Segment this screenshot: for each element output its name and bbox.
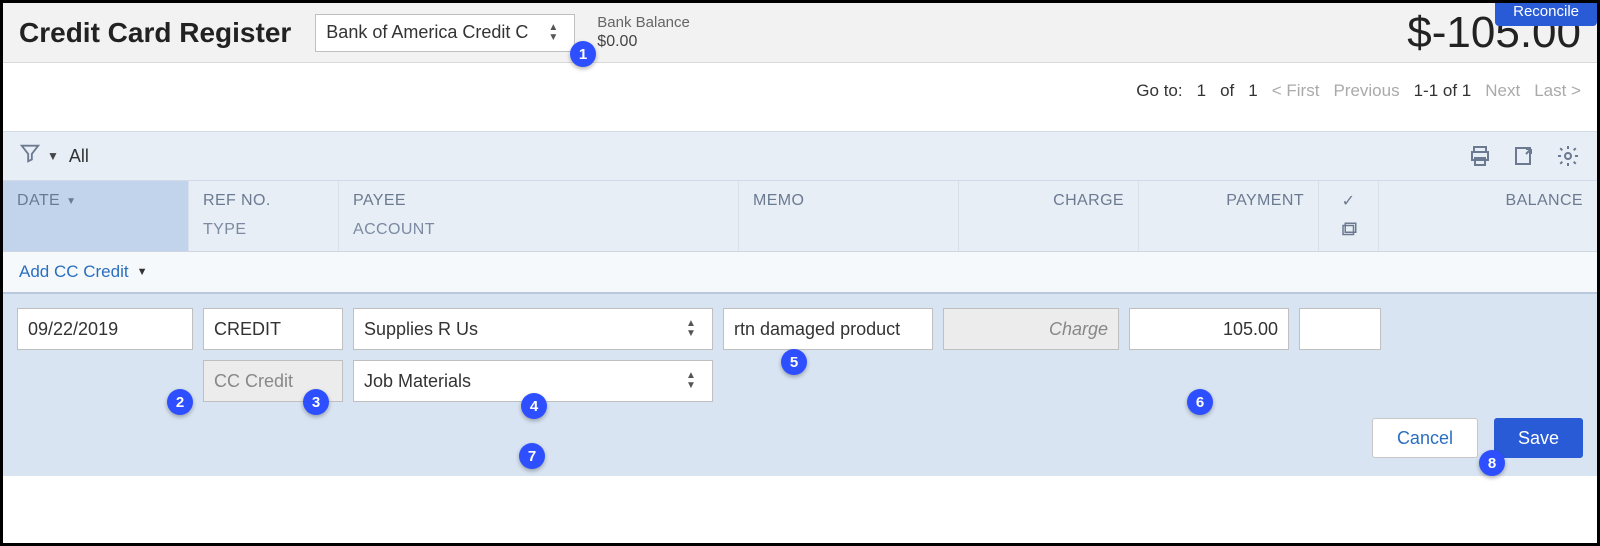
- page-range: 1-1 of 1: [1414, 81, 1472, 101]
- pagination-bar: Go to: 1 of 1 < First Previous 1-1 of 1 …: [3, 63, 1597, 131]
- filter-caret-icon[interactable]: ▼: [47, 149, 59, 163]
- memo-field[interactable]: rtn damaged product: [723, 308, 933, 350]
- col-ref[interactable]: REF NO. TYPE: [189, 181, 339, 251]
- col-payment[interactable]: PAYMENT: [1139, 181, 1319, 251]
- ref-field[interactable]: CREDIT: [203, 308, 343, 350]
- payee-select[interactable]: Supplies R Us: [353, 308, 713, 350]
- col-cleared[interactable]: ✓: [1319, 181, 1379, 251]
- total-pages: 1: [1248, 81, 1257, 101]
- col-balance[interactable]: BALANCE: [1379, 181, 1597, 251]
- cancel-button[interactable]: Cancel: [1372, 418, 1478, 458]
- col-charge[interactable]: CHARGE: [959, 181, 1139, 251]
- page-title: Credit Card Register: [19, 17, 291, 49]
- col-date[interactable]: DATE▼: [3, 181, 189, 251]
- attachment-icon: [1340, 226, 1358, 243]
- date-field[interactable]: 09/22/2019: [17, 308, 193, 350]
- chevron-down-icon: ▼: [137, 266, 148, 278]
- payee-value: Supplies R Us: [364, 319, 478, 340]
- reconcile-button[interactable]: Reconcile: [1495, 0, 1597, 26]
- sort-caret-icon: ▼: [66, 196, 76, 207]
- last-link[interactable]: Last >: [1534, 81, 1581, 101]
- callout-1: 1: [570, 41, 596, 67]
- account-select-spinner[interactable]: [542, 15, 564, 51]
- export-icon[interactable]: [1511, 143, 1537, 169]
- goto-label: Go to:: [1136, 81, 1182, 101]
- save-button[interactable]: Save: [1494, 418, 1583, 458]
- col-memo[interactable]: MEMO: [739, 181, 959, 251]
- callout-5: 5: [781, 349, 807, 375]
- first-link[interactable]: < First: [1272, 81, 1320, 101]
- account-spinner-icon[interactable]: [680, 363, 702, 399]
- add-transaction-row[interactable]: Add CC Credit ▼: [3, 252, 1597, 294]
- goto-page[interactable]: 1: [1197, 81, 1206, 101]
- previous-link[interactable]: Previous: [1333, 81, 1399, 101]
- account-value: Job Materials: [364, 371, 471, 392]
- callout-6: 6: [1187, 389, 1213, 415]
- gear-icon[interactable]: [1555, 143, 1581, 169]
- filter-icon[interactable]: [19, 142, 41, 170]
- bank-balance-label: Bank Balance: [597, 14, 690, 32]
- payee-spinner-icon[interactable]: [680, 311, 702, 347]
- charge-field: Charge: [943, 308, 1119, 350]
- check-icon: ✓: [1342, 191, 1356, 211]
- account-select-value: Bank of America Credit C: [326, 22, 528, 43]
- print-icon[interactable]: [1467, 143, 1493, 169]
- entry-editor: 09/22/2019 CREDIT Supplies R Us rtn dama…: [3, 294, 1597, 476]
- col-payee[interactable]: PAYEE ACCOUNT: [339, 181, 739, 251]
- callout-7: 7: [519, 443, 545, 469]
- account-select[interactable]: Bank of America Credit C: [315, 14, 575, 52]
- filter-label: All: [69, 146, 89, 167]
- next-link[interactable]: Next: [1485, 81, 1520, 101]
- add-transaction-label: Add CC Credit: [19, 262, 129, 282]
- table-header: DATE▼ REF NO. TYPE PAYEE ACCOUNT MEMO CH…: [3, 181, 1597, 252]
- cleared-field[interactable]: [1299, 308, 1381, 350]
- callout-3: 3: [303, 389, 329, 415]
- callout-4: 4: [521, 393, 547, 419]
- of-label: of: [1220, 81, 1234, 101]
- callout-2: 2: [167, 389, 193, 415]
- callout-8: 8: [1479, 450, 1505, 476]
- bank-balance-value: $0.00: [597, 32, 690, 51]
- payment-field[interactable]: 105.00: [1129, 308, 1289, 350]
